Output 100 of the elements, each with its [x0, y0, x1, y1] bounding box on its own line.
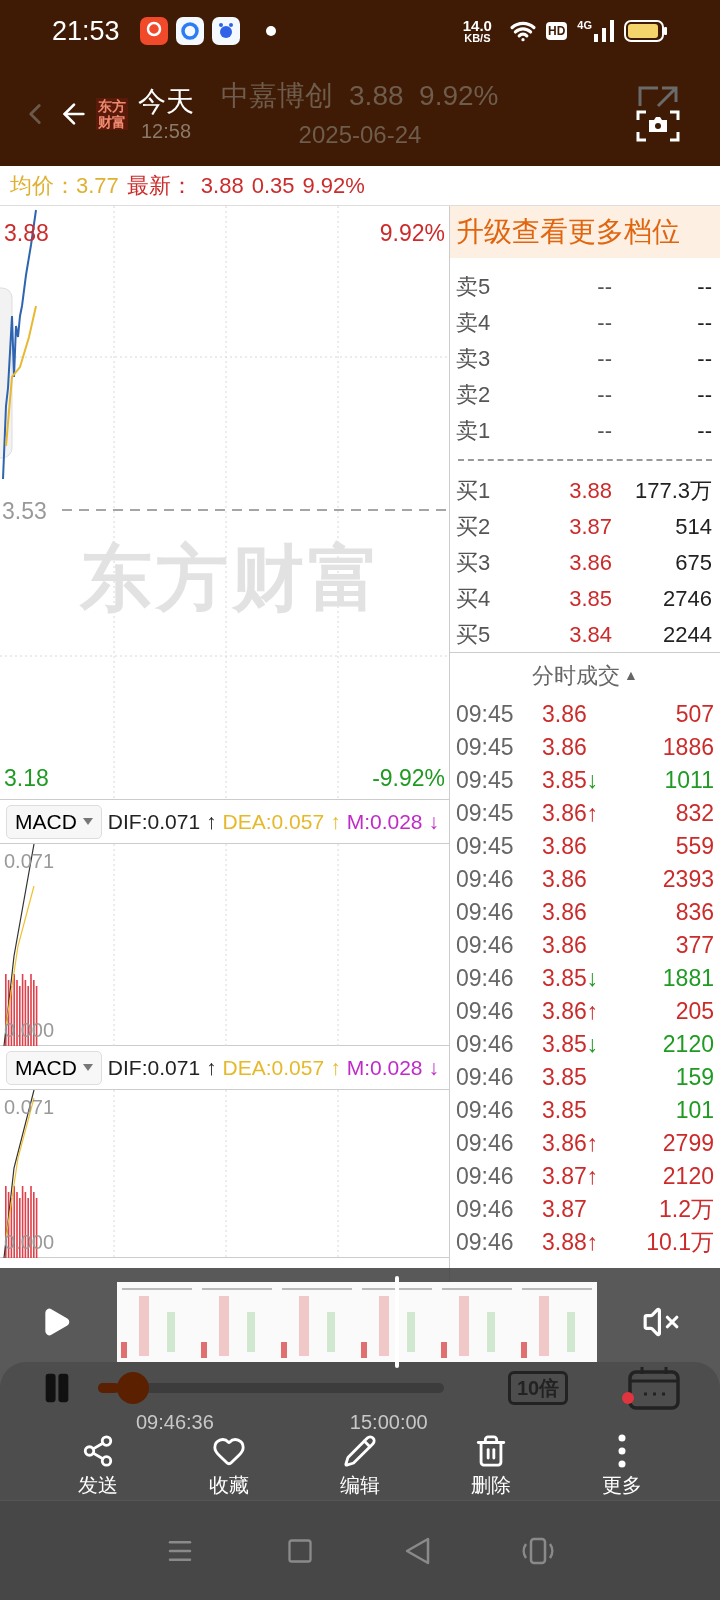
level-price: -- [596, 308, 612, 337]
level-label: 买2 [455, 512, 492, 541]
caret-icon [82, 1064, 93, 1071]
level-volume: 675 [674, 548, 713, 577]
network-speed: 14.0 [462, 18, 492, 33]
price-change: 0.35 [251, 172, 295, 200]
m-arrow: ↓ [428, 1054, 440, 1081]
trade-volume: 2799 [661, 1129, 715, 1158]
progress-track[interactable] [98, 1372, 444, 1404]
trade-price: 3.86↑ [542, 799, 600, 828]
dea-value: DEA:0.057 [222, 1054, 325, 1081]
action-button[interactable]: 收藏 [163, 1434, 295, 1500]
back-icon[interactable] [404, 1536, 431, 1565]
trade-price: 3.86↑ [542, 997, 600, 1026]
level-label: 卖4 [455, 308, 492, 337]
trade-volume: 559 [674, 832, 715, 861]
trade-price: 3.85 [542, 1096, 588, 1125]
indicator-dropdown[interactable]: MACD [6, 1050, 102, 1085]
trade-volume: 1881 [661, 964, 715, 993]
level-label: 卖1 [455, 416, 492, 445]
trade-volume: 2120 [661, 1162, 715, 1191]
action-button[interactable]: 编辑 [294, 1434, 426, 1500]
trade-time: 09:46 [455, 997, 515, 1026]
level-volume: -- [696, 308, 713, 337]
low-percent-label: -9.92% [372, 763, 445, 793]
level-label: 买1 [455, 476, 492, 505]
trade-volume: 1011 [663, 766, 715, 795]
level-volume: -- [696, 272, 713, 301]
level-label: 卖3 [455, 344, 492, 373]
dif-arrow: ↑ [206, 808, 217, 835]
level-price: -- [596, 344, 612, 373]
level-price: -- [596, 380, 612, 409]
level-volume: -- [696, 380, 713, 409]
indicator-dropdown[interactable]: MACD [6, 804, 102, 839]
trade-volume: 159 [674, 1063, 715, 1092]
home-icon[interactable] [285, 1536, 314, 1565]
low-price-label: 3.18 [4, 763, 49, 793]
trade-volume: 836 [674, 898, 715, 927]
level-volume: -- [696, 416, 713, 445]
level-volume: 177.3万 [633, 476, 713, 505]
trade-time: 09:46 [455, 931, 515, 960]
trade-volume: 1.2万 [658, 1195, 715, 1224]
m-value: M:0.028 [346, 1054, 423, 1081]
trade-volume: 10.1万 [645, 1228, 715, 1257]
dif-value: DIF:0.071 [107, 808, 201, 835]
change-percent: 9.92% [302, 172, 365, 200]
level-price: 3.87 [568, 512, 612, 541]
trade-volume: 507 [674, 700, 715, 729]
trade-volume: 2393 [661, 865, 715, 894]
latest-price: 3.88 [200, 172, 244, 200]
trade-price: 3.86 [542, 931, 588, 960]
level-label: 卖5 [455, 272, 492, 301]
trade-price: 3.86 [542, 832, 588, 861]
trades-title[interactable]: 分时成交 [532, 658, 621, 692]
level-price: 3.85 [568, 584, 612, 613]
high-percent-label: 9.92% [379, 219, 445, 248]
app-icon [175, 17, 204, 45]
trade-price: 3.86 [542, 733, 588, 762]
level-price: -- [596, 272, 612, 301]
dea-value: DEA:0.057 [222, 808, 325, 835]
trade-price: 3.87 [542, 1195, 588, 1224]
level-price: 3.86 [568, 548, 612, 577]
level-volume: 2746 [662, 584, 713, 613]
rotate-icon[interactable] [520, 1535, 555, 1566]
trade-price: 3.86 [542, 898, 588, 927]
app-logo: 东方 财富 [96, 98, 128, 130]
calendar-icon[interactable] [628, 1366, 680, 1410]
trade-time: 09:46 [455, 1228, 515, 1257]
action-button[interactable]: 更多 [556, 1434, 688, 1500]
trade-price: 3.85↓ [542, 1030, 600, 1059]
dea-arrow: ↑ [330, 1054, 341, 1081]
end-time: 15:00:00 [349, 1410, 428, 1435]
level-price: -- [596, 416, 612, 445]
trade-time: 09:46 [455, 1162, 515, 1191]
dif-arrow: ↑ [206, 1054, 217, 1081]
trade-price: 3.86 [542, 700, 588, 729]
trade-volume: 101 [674, 1096, 715, 1125]
pencil-icon [343, 1434, 377, 1468]
notification-dot-icon [265, 26, 276, 36]
stock-title: 中嘉博创 3.88 9.92% [221, 79, 499, 113]
action-button[interactable]: 删除 [425, 1434, 557, 1500]
trade-price: 3.85↓ [542, 766, 600, 795]
trade-volume: 832 [674, 799, 715, 828]
trade-time: 09:46 [455, 1195, 515, 1224]
trade-price: 3.86 [542, 865, 588, 894]
trade-price: 3.86↑ [542, 1129, 600, 1158]
progress-thumb[interactable] [116, 1372, 149, 1404]
action-button[interactable]: 发送 [32, 1434, 164, 1500]
m-arrow: ↓ [428, 808, 440, 835]
date-label: 2025-06-24 [298, 120, 422, 150]
trade-time: 09:45 [455, 733, 515, 762]
screenshot-icon[interactable] [636, 84, 680, 144]
time-label: 12:58 [140, 119, 192, 143]
level-volume: 2244 [662, 620, 713, 649]
trade-time: 09:46 [455, 1096, 515, 1125]
trade-time: 09:46 [455, 1030, 515, 1059]
sort-marker[interactable]: ▲ [624, 664, 638, 686]
m-value: M:0.028 [346, 808, 423, 835]
trade-time: 09:45 [455, 799, 515, 828]
app-icon [211, 17, 240, 45]
